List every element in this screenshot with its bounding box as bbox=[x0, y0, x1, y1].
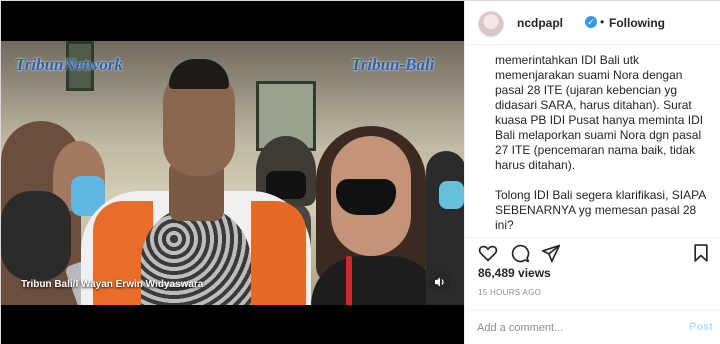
video-frame[interactable]: TribunNetwork Tribun-Bali Tribun Bali/I … bbox=[1, 41, 464, 305]
post-button[interactable]: Post bbox=[689, 321, 713, 333]
bookmark-icon[interactable] bbox=[691, 243, 711, 263]
microphone bbox=[1, 191, 71, 281]
add-comment-bar: Post bbox=[465, 310, 720, 344]
verified-badge-icon: ✓ bbox=[585, 16, 597, 28]
caption-paragraph: memerintahkan IDI Bali utk memenjarakan … bbox=[495, 53, 704, 172]
post-header: ncdpapl ✓ • Following bbox=[465, 1, 720, 45]
caption-paragraph: Tolong IDI Bali segera klarifikasi, SIAP… bbox=[495, 188, 706, 232]
post-timestamp[interactable]: 15 HOURS AGO bbox=[478, 288, 541, 297]
comment-input[interactable] bbox=[477, 319, 667, 337]
sound-toggle-button[interactable] bbox=[429, 271, 451, 293]
video-player[interactable]: TribunNetwork Tribun-Bali Tribun Bali/I … bbox=[1, 1, 464, 344]
video-caption: Tribun Bali/I Wayan Erwin Widyaswara bbox=[21, 279, 204, 290]
face-mask-black bbox=[336, 179, 396, 215]
watermark-tribun-bali: Tribun-Bali bbox=[351, 55, 435, 74]
instagram-post: TribunNetwork Tribun-Bali Tribun Bali/I … bbox=[0, 0, 720, 344]
heart-icon[interactable] bbox=[478, 243, 498, 263]
post-caption: memerintahkan IDI Bali utk memenjarakan … bbox=[495, 53, 710, 248]
following-button[interactable]: Following bbox=[609, 16, 665, 30]
comment-icon[interactable] bbox=[510, 243, 530, 263]
speaker-icon bbox=[435, 277, 444, 287]
avatar[interactable] bbox=[478, 11, 504, 37]
post-sidebar: ncdpapl ✓ • Following memerintahkan IDI … bbox=[464, 1, 720, 344]
red-lanyard bbox=[346, 256, 352, 305]
face-mask-teal bbox=[439, 181, 464, 209]
action-bar bbox=[465, 237, 720, 265]
header-separator: • bbox=[600, 15, 605, 29]
username-link[interactable]: ncdpapl bbox=[517, 16, 563, 30]
share-icon[interactable] bbox=[541, 243, 561, 263]
watermark-tribunnetwork: TribunNetwork bbox=[15, 55, 124, 74]
view-count[interactable]: 86,489 views bbox=[478, 266, 551, 280]
orange-vest-right bbox=[251, 201, 306, 305]
